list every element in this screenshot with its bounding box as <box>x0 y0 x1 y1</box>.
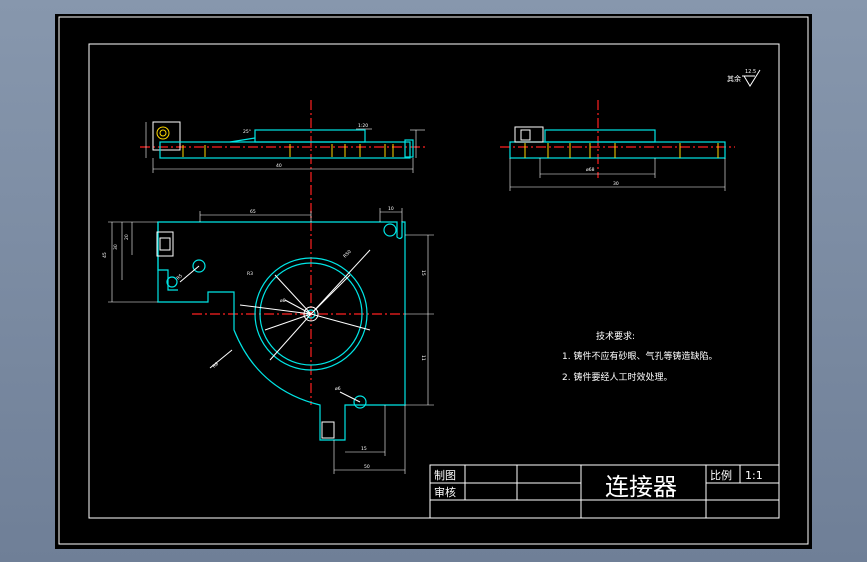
dim-slot-top-text: 10 <box>388 206 394 212</box>
part-name: 连接器 <box>605 473 677 501</box>
dim-plan-right-lower-text: 11 <box>420 355 426 361</box>
scale-label: 比例 <box>710 468 732 482</box>
angle-note-text: 1:20 <box>358 123 368 129</box>
diag-small-text: R3 <box>247 271 253 277</box>
dim-plan-bottom-small-text: 15 <box>361 446 367 452</box>
drawn-by-label: 制图 <box>434 469 456 482</box>
roughness-label: 其余 <box>727 74 741 83</box>
roughness-value: 12.5 <box>745 69 756 75</box>
dim-front-width-text: 40 <box>276 163 282 169</box>
hole-dia-text: ø6 <box>335 386 341 392</box>
checked-by-label: 审核 <box>434 485 456 499</box>
dim-side-inner-text: ø68 <box>586 167 595 173</box>
dim-left-height-text: 45 <box>102 252 108 258</box>
dim-plan-bottom-text: 50 <box>364 464 370 470</box>
tech-req-item-1: 1. 铸件不应有砂眼、气孔等铸造缺陷。 <box>562 350 717 362</box>
drawing-canvas: 40 1:20 25° ø68 30 其余 12.5 R50 ø8 ø6 R5 … <box>55 14 812 549</box>
cad-viewport: 40 1:20 25° ø68 30 其余 12.5 R50 ø8 ø6 R5 … <box>0 0 867 562</box>
tech-req-item-2: 2. 铸件要经人工时效处理。 <box>562 371 672 383</box>
dim-left-inner-b-text: 20 <box>124 234 130 240</box>
dim-plan-top-text: 65 <box>250 209 256 215</box>
dim-plan-right-upper-text: 15 <box>420 270 426 276</box>
top-callout-text: 25° <box>243 129 251 135</box>
dim-side-width-text: 30 <box>613 181 619 187</box>
dim-left-inner-a-text: 30 <box>113 244 119 250</box>
scale-value: 1:1 <box>745 469 763 482</box>
center-dia-text: ø8 <box>280 298 286 304</box>
tech-req-title: 技术要求: <box>596 330 635 342</box>
